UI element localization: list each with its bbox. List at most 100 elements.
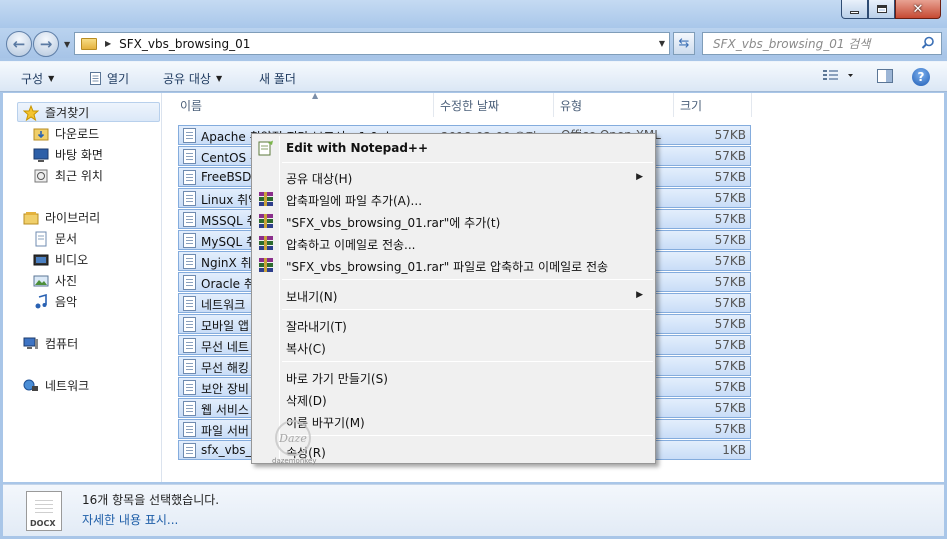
back-arrow-icon: ← xyxy=(12,35,26,53)
file-name: FreeBSD xyxy=(201,170,252,184)
organize-button[interactable]: 구성 ▼ xyxy=(21,70,54,87)
new-folder-label: 새 폴더 xyxy=(259,72,296,86)
share-dropdown-icon: ▼ xyxy=(215,74,223,83)
file-name: NginX 취 xyxy=(201,256,252,270)
submenu-arrow-icon: ▶ xyxy=(636,172,643,182)
maximize-button[interactable] xyxy=(868,0,895,19)
docx-file-icon xyxy=(183,401,196,416)
forward-button[interactable]: → xyxy=(33,31,59,57)
file-size: 57KB xyxy=(714,275,746,289)
search-input[interactable]: SFX_vbs_browsing_01 검색 xyxy=(702,32,942,55)
docx-file-icon xyxy=(183,149,196,164)
show-more-details-link[interactable]: 자세한 내용 표시... xyxy=(82,511,178,528)
organize-label: 구성 xyxy=(21,72,44,86)
preview-pane-button[interactable] xyxy=(877,69,893,86)
menu-share[interactable]: 공유 대상(H) xyxy=(286,170,352,187)
share-button[interactable]: 공유 대상 ▼ xyxy=(163,70,222,87)
preview-pane-icon xyxy=(877,69,893,83)
music-icon xyxy=(35,293,47,308)
column-header-size[interactable]: 크기 xyxy=(674,93,752,117)
sidebar-item-videos[interactable]: 비디오 xyxy=(33,251,88,268)
docx-file-icon xyxy=(183,359,196,374)
share-label: 공유 대상 xyxy=(163,72,211,86)
watermark-subtext: dazemonkey xyxy=(272,457,317,465)
menu-separator xyxy=(282,435,653,436)
file-size: 57KB xyxy=(714,401,746,415)
column-header-modified[interactable]: 수정한 날짜 xyxy=(434,93,554,117)
docx-file-icon xyxy=(183,422,196,437)
selection-count: 16개 항목을 선택했습니다. xyxy=(82,493,220,507)
menu-cut[interactable]: 잘라내기(T) xyxy=(286,318,347,335)
vbs-script-icon xyxy=(183,443,196,458)
docx-file-icon xyxy=(183,275,196,290)
back-button[interactable]: ← xyxy=(6,31,32,57)
recent-pages-dropdown[interactable]: ▼ xyxy=(64,40,70,49)
menu-edit-notepad[interactable]: Edit with Notepad++ xyxy=(286,141,428,155)
file-size: 1KB xyxy=(722,443,746,457)
sidebar-label-downloads: 다운로드 xyxy=(55,127,100,141)
docx-file-icon xyxy=(183,233,196,248)
downloads-folder-icon xyxy=(33,128,49,140)
column-modified-label: 수정한 날짜 xyxy=(440,98,500,113)
docx-file-icon xyxy=(183,296,196,311)
address-bar[interactable]: ▶ SFX_vbs_browsing_01 ▼ xyxy=(74,32,670,55)
close-icon: ✕ xyxy=(912,1,924,17)
sidebar-item-desktop[interactable]: 바탕 화면 xyxy=(33,146,103,163)
sidebar-item-network[interactable]: 네트워크 xyxy=(23,377,89,394)
menu-compress-email[interactable]: 압축하고 이메일로 전송... xyxy=(286,236,415,253)
docx-file-icon xyxy=(183,128,196,143)
menu-add-archive[interactable]: 압축파일에 파일 추가(A)... xyxy=(286,192,422,209)
file-size: 57KB xyxy=(714,128,746,142)
menu-delete[interactable]: 삭제(D) xyxy=(286,392,327,409)
sidebar-label-computer: 컴퓨터 xyxy=(45,337,79,351)
file-size: 57KB xyxy=(714,380,746,394)
docx-file-icon xyxy=(183,191,196,206)
file-name: 무선 해킹 xyxy=(201,361,249,375)
new-folder-button[interactable]: 새 폴더 xyxy=(259,70,296,87)
search-icon[interactable] xyxy=(921,36,935,50)
menu-send-to[interactable]: 보내기(N) xyxy=(286,288,337,305)
breadcrumb-separator-icon[interactable]: ▶ xyxy=(105,39,111,48)
file-name: 웹 서비스 xyxy=(201,403,249,417)
menu-compress-rar-email[interactable]: "SFX_vbs_browsing_01.rar" 파일로 압축하고 이메일로 … xyxy=(286,258,608,275)
file-name: Oracle 취 xyxy=(201,277,255,291)
file-name: 파일 서버 xyxy=(201,424,249,438)
address-dropdown-icon[interactable]: ▼ xyxy=(659,39,665,48)
context-menu: Edit with Notepad++ 공유 대상(H) ▶ 압축파일에 파일 … xyxy=(251,133,656,464)
open-button[interactable]: 열기 xyxy=(89,70,129,87)
sidebar-label-videos: 비디오 xyxy=(55,253,89,267)
sidebar-item-computer[interactable]: 컴퓨터 xyxy=(23,335,78,352)
menu-copy[interactable]: 복사(C) xyxy=(286,340,326,357)
file-size: 57KB xyxy=(714,170,746,184)
view-details-icon xyxy=(823,70,853,80)
forward-arrow-icon: → xyxy=(39,35,53,53)
watermark-text: Daze xyxy=(279,431,307,445)
desktop-icon xyxy=(33,148,49,162)
sidebar-label-documents: 문서 xyxy=(55,232,78,246)
help-button[interactable]: ? xyxy=(912,68,930,86)
refresh-icon: ⇆ xyxy=(678,36,690,51)
column-header-type[interactable]: 유형 xyxy=(554,93,674,117)
menu-create-shortcut[interactable]: 바로 가기 만들기(S) xyxy=(286,370,388,387)
breadcrumb-current-folder[interactable]: SFX_vbs_browsing_01 xyxy=(119,37,250,51)
sidebar-item-downloads[interactable]: 다운로드 xyxy=(33,125,99,142)
change-view-button[interactable] xyxy=(823,69,853,86)
sidebar-item-documents[interactable]: 문서 xyxy=(33,230,77,247)
computer-icon xyxy=(23,337,38,349)
file-size: 57KB xyxy=(714,296,746,310)
sidebar-item-music[interactable]: 음악 xyxy=(33,293,77,310)
menu-add-to-rar[interactable]: "SFX_vbs_browsing_01.rar"에 추가(t) xyxy=(286,214,500,231)
sidebar-item-recent[interactable]: 최근 위치 xyxy=(33,167,103,184)
navigation-pane: 즐겨찾기 다운로드 바탕 화면 최근 위치 라이브러리 문서 비디오 사진 음악… xyxy=(3,93,162,482)
docx-file-icon xyxy=(183,338,196,353)
sidebar-item-libraries[interactable]: 라이브러리 xyxy=(23,209,100,226)
column-header-name[interactable]: 이름 ▲ xyxy=(174,91,434,117)
sidebar-item-favorites[interactable]: 즐겨찾기 xyxy=(23,104,89,121)
notepad-plus-plus-icon xyxy=(258,140,273,156)
close-button[interactable]: ✕ xyxy=(895,0,941,19)
file-name: 보안 장비 xyxy=(201,382,249,396)
open-label: 열기 xyxy=(107,72,130,86)
minimize-button[interactable] xyxy=(841,0,868,19)
sidebar-item-pictures[interactable]: 사진 xyxy=(33,272,77,289)
refresh-button[interactable]: ⇆ xyxy=(673,32,695,55)
